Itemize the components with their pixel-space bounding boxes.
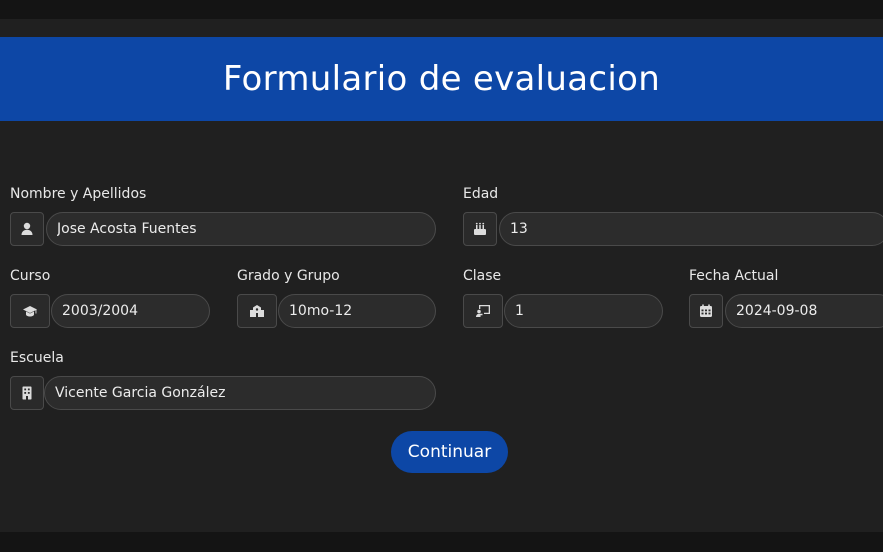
chalkboard-teacher-icon bbox=[463, 294, 503, 328]
nombre-label: Nombre y Apellidos bbox=[10, 186, 147, 202]
header-banner: Formulario de evaluacion bbox=[0, 37, 883, 121]
page-title: Formulario de evaluacion bbox=[222, 59, 661, 99]
fecha-input[interactable] bbox=[725, 294, 883, 328]
clase-field-group bbox=[463, 294, 663, 328]
grado-input[interactable] bbox=[278, 294, 436, 328]
school-icon bbox=[237, 294, 277, 328]
grado-field-group bbox=[237, 294, 436, 328]
curso-label: Curso bbox=[10, 268, 51, 284]
edad-input[interactable] bbox=[499, 212, 883, 246]
clase-label: Clase bbox=[463, 268, 502, 284]
user-icon bbox=[10, 212, 44, 246]
birthday-cake-icon bbox=[463, 212, 497, 246]
edad-field-group bbox=[463, 212, 883, 246]
building-icon bbox=[10, 376, 44, 410]
escuela-field-group bbox=[10, 376, 436, 410]
edad-label: Edad bbox=[463, 186, 499, 202]
bottom-bar bbox=[0, 532, 883, 552]
curso-input[interactable] bbox=[51, 294, 210, 328]
curso-field-group bbox=[10, 294, 210, 328]
escuela-input[interactable] bbox=[44, 376, 436, 410]
fecha-field-group bbox=[689, 294, 883, 328]
nombre-input[interactable] bbox=[46, 212, 436, 246]
fecha-label: Fecha Actual bbox=[689, 268, 779, 284]
top-bar bbox=[0, 0, 883, 19]
graduation-cap-icon bbox=[10, 294, 50, 328]
grado-label: Grado y Grupo bbox=[237, 268, 340, 284]
clase-input[interactable] bbox=[504, 294, 663, 328]
escuela-label: Escuela bbox=[10, 350, 64, 366]
continue-button[interactable]: Continuar bbox=[391, 431, 508, 473]
nombre-field-group bbox=[10, 212, 436, 246]
calendar-icon bbox=[689, 294, 723, 328]
